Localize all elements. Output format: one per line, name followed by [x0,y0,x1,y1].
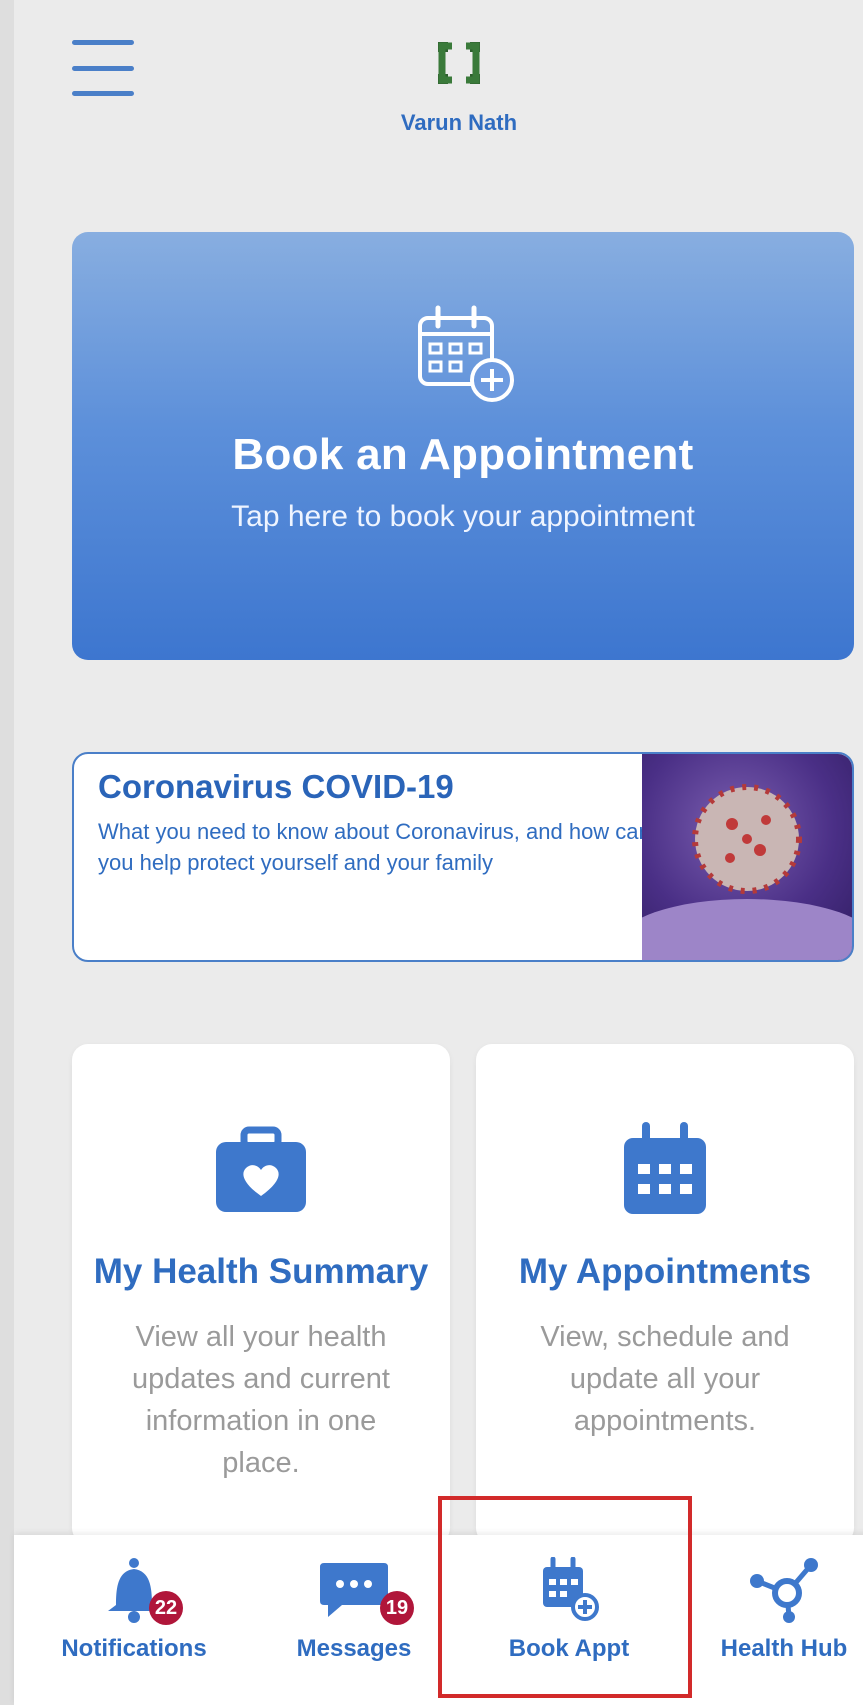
tab-notifications-label: Notifications [61,1635,207,1662]
tab-messages-label: Messages [296,1635,412,1662]
calendar-add-icon [418,305,514,402]
tab-notifications[interactable]: 22 Notifications [34,1535,234,1705]
book-appointment-card[interactable]: Book an Appointment Tap here to book you… [72,232,854,660]
chat-bubble-icon [320,1563,388,1617]
appointments-card[interactable]: My Appointments View, schedule and updat… [476,1044,854,1544]
covid-banner[interactable]: Coronavirus COVID-19 What you need to kn… [72,752,854,962]
app-logo-icon [438,40,480,86]
covid-title: Coronavirus COVID-19 [98,768,454,805]
user-name: Varun Nath [400,110,518,135]
coronavirus-image [642,754,852,960]
app-screen: Varun Nath Book an Appointment Tap here … [0,0,863,1705]
menu-icon[interactable] [72,40,134,96]
hero-title: Book an Appointment [232,430,694,479]
tab-health-hub[interactable]: Health Hub [694,1535,863,1705]
tab-health-hub-label: Health Hub [720,1635,848,1662]
messages-badge: 19 [380,1591,414,1625]
covid-description: What you need to know about Coronavirus,… [98,819,651,875]
book-appt-highlight [438,1496,692,1698]
appointments-description: View, schedule and update all your appoi… [540,1321,790,1437]
medical-bag-heart-icon [216,1126,306,1212]
health-summary-card[interactable]: My Health Summary View all your health u… [72,1044,450,1544]
health-summary-description: View all your health updates and current… [132,1321,390,1479]
appointments-title: My Appointments [518,1252,812,1291]
hero-subtitle: Tap here to book your appointment [231,500,695,533]
tab-messages[interactable]: 19 Messages [254,1535,454,1705]
network-hub-icon [750,1558,818,1623]
health-summary-title: My Health Summary [93,1252,429,1291]
notifications-badge: 22 [149,1591,183,1625]
calendar-icon [624,1122,706,1214]
